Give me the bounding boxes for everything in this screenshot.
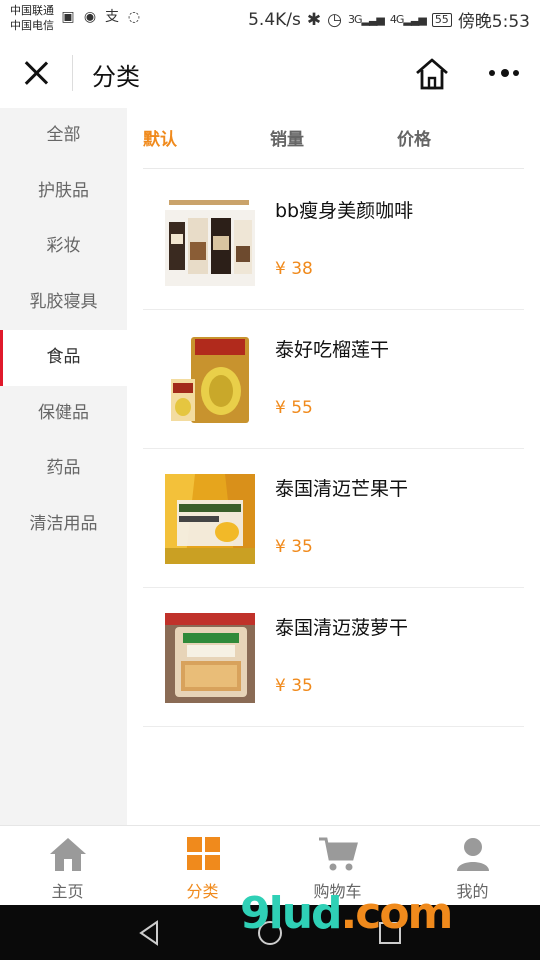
notification-icons: ▣ ◉ 支 ◌ bbox=[60, 9, 142, 25]
status-bar: 中国联通 中国电信 ▣ ◉ 支 ◌ 5.4K/s ✱ ◷ 3G▂▃▅ 4G▂▃▅… bbox=[0, 0, 540, 38]
category-sidebar: 全部 护肤品 彩妆 乳胶寝具 食品 保健品 药品 清洁用品 bbox=[0, 108, 127, 825]
product-item[interactable]: 泰国清迈芒果干 ¥ 35 bbox=[143, 448, 524, 588]
sidebar-item-all[interactable]: 全部 bbox=[0, 108, 127, 164]
product-item[interactable]: 泰好吃榴莲干 ¥ 55 bbox=[143, 309, 524, 449]
sort-bar: 默认 销量 价格 bbox=[143, 108, 524, 169]
status-right: 5.4K/s ✱ ◷ 3G▂▃▅ 4G▂▃▅ 55 傍晚5:53 bbox=[248, 7, 530, 33]
category-grid-icon bbox=[183, 835, 223, 873]
product-name: 泰国清迈芒果干 bbox=[275, 478, 409, 500]
clock: 傍晚5:53 bbox=[457, 12, 530, 32]
message-icon: ◌ bbox=[127, 9, 141, 25]
product-price: ¥ 55 bbox=[275, 398, 313, 418]
notification-icon: ▣ bbox=[61, 9, 75, 25]
product-price: ¥ 38 bbox=[275, 259, 313, 279]
battery-icon: 55 bbox=[431, 12, 452, 27]
product-panel: 默认 销量 价格 bb瘦身美颜咖啡 ¥ 38 泰好吃榴莲干 ¥ 55 泰国清迈芒… bbox=[127, 108, 540, 825]
product-name: 泰国清迈菠萝干 bbox=[275, 617, 409, 639]
sort-tab-price[interactable]: 价格 bbox=[397, 125, 431, 150]
sort-tab-sales[interactable]: 销量 bbox=[270, 125, 304, 150]
home-icon[interactable] bbox=[414, 56, 450, 92]
back-icon[interactable] bbox=[135, 918, 165, 948]
product-item[interactable]: 泰国清迈菠萝干 ¥ 35 bbox=[143, 587, 524, 727]
product-name: 泰好吃榴莲干 bbox=[275, 339, 390, 361]
product-price: ¥ 35 bbox=[275, 676, 313, 696]
title-divider bbox=[72, 55, 73, 91]
carrier-2: 中国电信 bbox=[10, 19, 54, 32]
watermark-logo: 9lud.com bbox=[240, 888, 453, 939]
alarm-icon: ◷ bbox=[327, 9, 342, 30]
more-dots-icon[interactable] bbox=[486, 60, 522, 86]
tab-home[interactable]: 主页 bbox=[0, 826, 135, 906]
signal-2: 4G▂▃▅ bbox=[389, 13, 427, 26]
sidebar-item-food[interactable]: 食品 bbox=[0, 330, 127, 386]
user-icon bbox=[453, 835, 493, 873]
signal-1: 3G▂▃▅ bbox=[347, 13, 385, 26]
close-icon[interactable] bbox=[18, 56, 54, 92]
product-image[interactable] bbox=[165, 474, 255, 564]
product-price: ¥ 35 bbox=[275, 537, 313, 557]
product-image[interactable] bbox=[165, 335, 255, 425]
carrier-info: 中国联通 中国电信 bbox=[10, 3, 54, 33]
home-icon bbox=[48, 835, 88, 873]
carrier-1: 中国联通 bbox=[10, 4, 54, 17]
product-name: bb瘦身美颜咖啡 bbox=[275, 200, 414, 222]
bluetooth-icon: ✱ bbox=[306, 9, 322, 30]
sidebar-item-skincare[interactable]: 护肤品 bbox=[0, 164, 127, 220]
page-title: 分类 bbox=[92, 63, 140, 91]
sidebar-item-latex-bedding[interactable]: 乳胶寝具 bbox=[0, 275, 127, 331]
alipay-icon: 支 bbox=[105, 9, 119, 25]
product-item[interactable]: bb瘦身美颜咖啡 ¥ 38 bbox=[143, 170, 524, 310]
sidebar-item-medicine[interactable]: 药品 bbox=[0, 441, 127, 497]
sort-tab-default[interactable]: 默认 bbox=[143, 125, 177, 150]
sidebar-item-makeup[interactable]: 彩妆 bbox=[0, 219, 127, 275]
cart-icon bbox=[318, 835, 358, 873]
product-image[interactable] bbox=[165, 196, 255, 286]
sidebar-item-health[interactable]: 保健品 bbox=[0, 386, 127, 442]
title-bar: 分类 bbox=[0, 38, 540, 109]
net-speed: 5.4K/s bbox=[248, 9, 301, 30]
product-image[interactable] bbox=[165, 613, 255, 703]
tab-home-label: 主页 bbox=[51, 882, 84, 901]
sidebar-item-cleaning[interactable]: 清洁用品 bbox=[0, 497, 127, 553]
wechat-icon: ◉ bbox=[83, 9, 97, 25]
